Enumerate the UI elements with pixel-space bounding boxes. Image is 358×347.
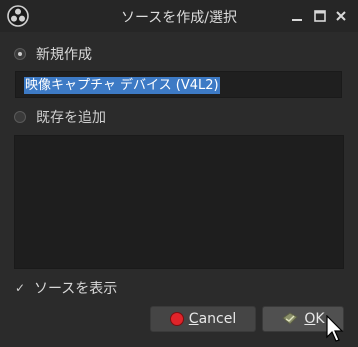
- cancel-label: Cancel: [188, 311, 237, 327]
- minimize-icon[interactable]: [290, 9, 304, 23]
- ok-label: OK: [304, 311, 325, 327]
- add-existing-radio[interactable]: [14, 111, 26, 123]
- cancel-button[interactable]: Cancel: [150, 306, 256, 332]
- add-existing-option[interactable]: 既存を追加: [14, 107, 106, 127]
- maximize-icon[interactable]: [313, 9, 327, 23]
- create-new-label: 新規作成: [36, 47, 92, 63]
- create-new-radio[interactable]: [14, 48, 26, 60]
- source-name-input[interactable]: 映像キャプチャ デバイス (V4L2): [15, 71, 342, 98]
- title-bar[interactable]: ソースを作成/選択: [0, 0, 358, 32]
- source-name-text: 映像キャプチャ デバイス (V4L2): [24, 77, 220, 94]
- ok-check-icon: [282, 312, 299, 325]
- mouse-pointer-icon: [326, 315, 344, 342]
- show-sources-label: ソースを表示: [34, 281, 118, 297]
- window-title: ソースを作成/選択: [120, 10, 238, 26]
- cancel-circle-icon: [169, 312, 184, 326]
- create-new-option[interactable]: 新規作成: [14, 44, 92, 64]
- existing-sources-list[interactable]: [14, 135, 344, 269]
- close-icon[interactable]: [334, 9, 348, 23]
- show-sources-checkbox[interactable]: ✓: [14, 282, 26, 294]
- add-existing-label: 既存を追加: [36, 110, 106, 126]
- show-sources-option[interactable]: ✓ ソースを表示: [14, 278, 117, 298]
